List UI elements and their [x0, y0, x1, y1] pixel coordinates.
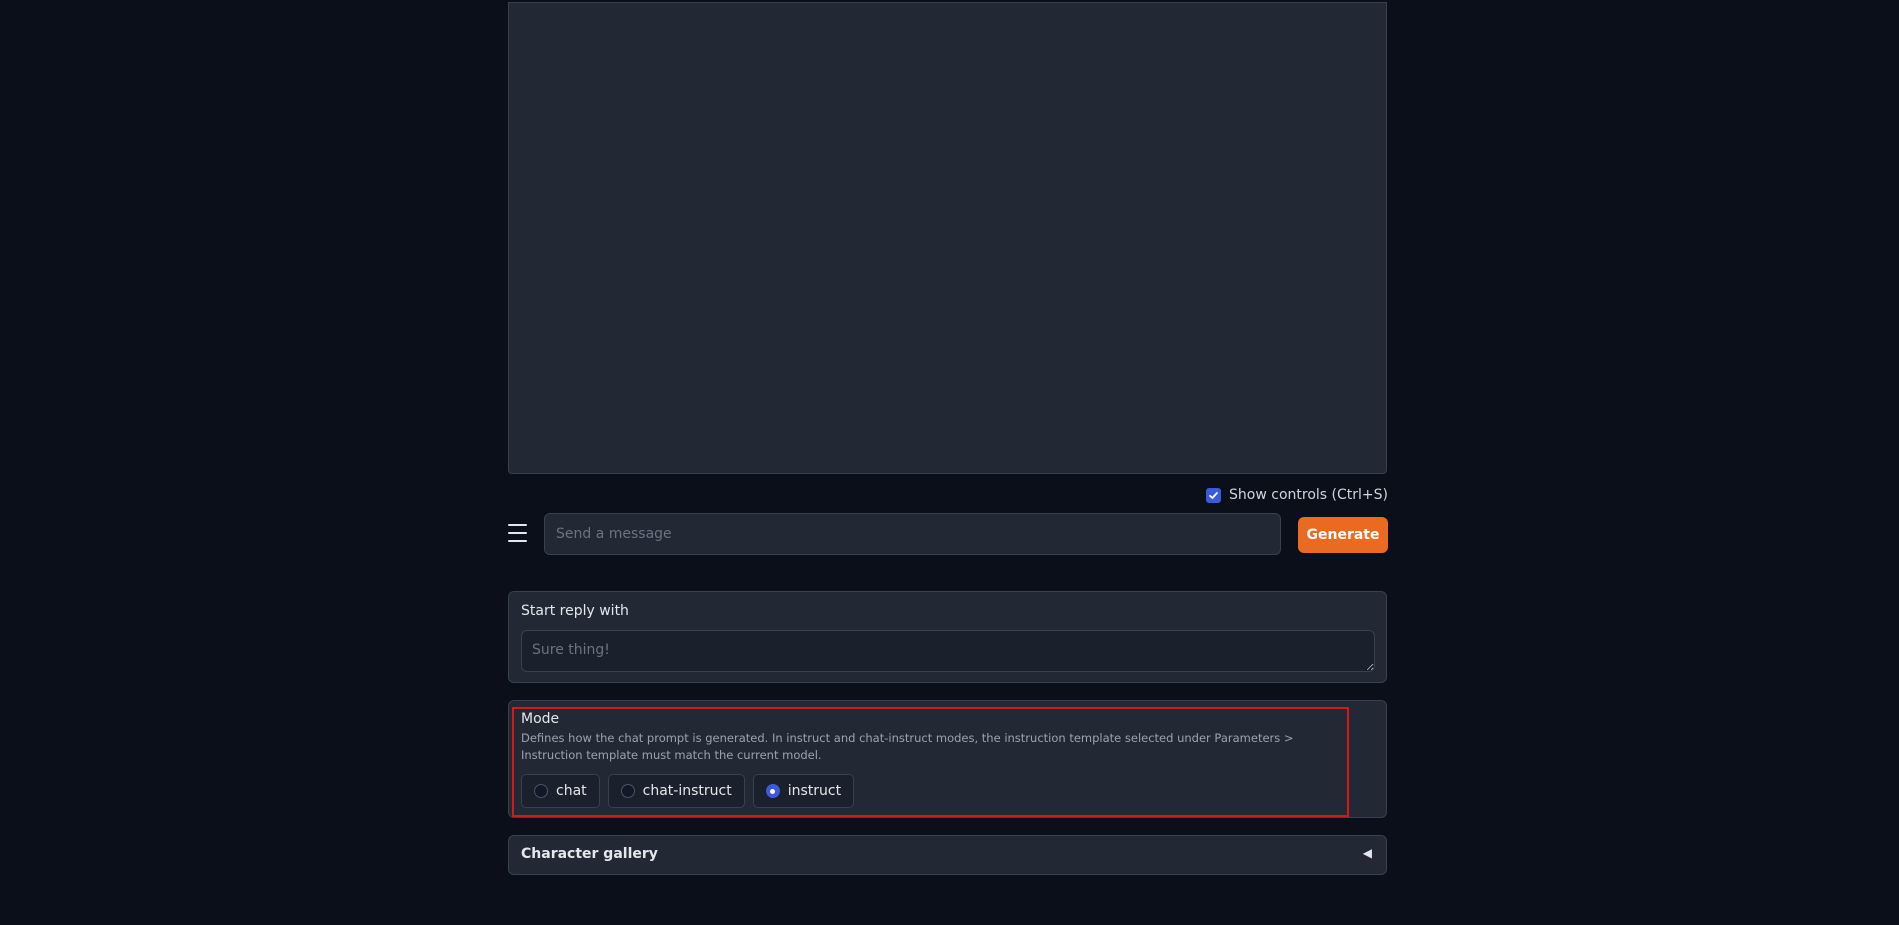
message-input[interactable]	[544, 513, 1281, 555]
hamburger-menu-icon[interactable]	[508, 524, 527, 542]
mode-description: Defines how the chat prompt is generated…	[521, 731, 1294, 762]
mode-option-instruct[interactable]: instruct	[752, 774, 855, 808]
start-reply-label: Start reply with	[521, 603, 629, 619]
collapse-arrow-icon: ◀	[1362, 846, 1372, 860]
show-controls-toggle[interactable]: Show controls (Ctrl+S)	[1206, 487, 1388, 503]
mode-option-label: instruct	[787, 783, 842, 799]
show-controls-checkbox[interactable]	[1206, 487, 1222, 503]
radio-button-selected[interactable]	[765, 784, 780, 798]
mode-option-chat-instruct[interactable]: chat-instruct	[607, 774, 745, 808]
generate-button[interactable]: Generate	[1298, 517, 1388, 553]
checkmark-icon	[1209, 491, 1218, 499]
mode-panel: Mode Defines how the chat prompt is gene…	[508, 700, 1387, 818]
mode-option-label: chat	[556, 783, 587, 799]
radio-button[interactable]	[620, 784, 635, 798]
show-controls-label: Show controls (Ctrl+S)	[1229, 487, 1388, 503]
mode-radio-group: chat chat-instruct instruct	[521, 774, 855, 808]
character-gallery-accordion[interactable]: Character gallery ◀	[508, 835, 1387, 875]
mode-label: Mode	[521, 711, 560, 727]
radio-button[interactable]	[534, 784, 548, 798]
character-gallery-label: Character gallery	[521, 846, 658, 862]
mode-option-label: chat-instruct	[642, 783, 732, 799]
start-reply-textarea[interactable]	[521, 630, 1375, 672]
chat-history-area	[508, 2, 1387, 474]
start-reply-panel: Start reply with	[508, 591, 1387, 683]
mode-option-chat[interactable]: chat	[521, 774, 600, 808]
